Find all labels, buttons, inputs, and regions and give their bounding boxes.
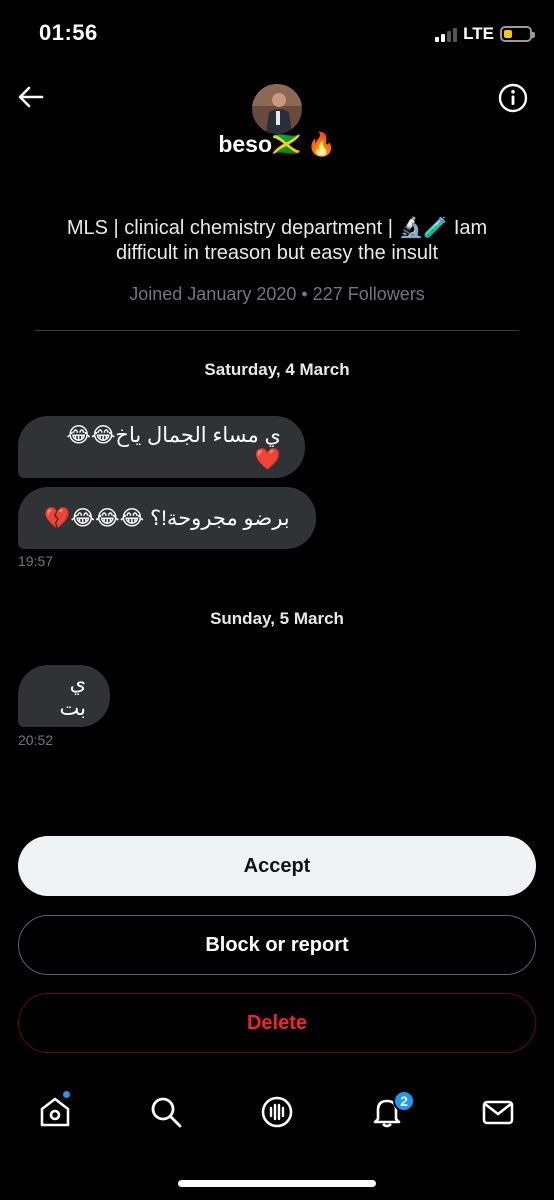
message-bubble[interactable]: ي مساء الجمال ياخ😂😂❤️ [18, 416, 305, 478]
status-time: 01:56 [39, 20, 98, 45]
home-indicator[interactable] [178, 1180, 376, 1187]
date-separator: Saturday, 4 March [204, 360, 350, 379]
message-time: 20:52 [18, 732, 54, 748]
delete-button[interactable]: Delete [18, 993, 536, 1053]
message-text: ي بت [59, 672, 86, 720]
info-icon[interactable] [498, 83, 528, 113]
date-separator: Sunday, 5 March [210, 609, 344, 628]
block-or-report-button[interactable]: Block or report [18, 915, 536, 975]
profile-joined: Joined January 2020 • 227 Followers [129, 284, 425, 304]
accept-button[interactable]: Accept [18, 836, 536, 896]
back-arrow-icon[interactable] [16, 82, 46, 112]
divider [35, 330, 519, 331]
message-text: ي مساء الجمال ياخ😂😂❤️ [66, 423, 281, 471]
avatar[interactable] [252, 84, 302, 134]
message-text: برضو مجروحة!؟ 😂😂😂💔 [44, 506, 290, 530]
battery-icon [500, 26, 535, 42]
notifications-badge: 2 [393, 1090, 415, 1112]
network-label: LTE [463, 24, 494, 43]
messages-envelope-icon[interactable] [480, 1094, 516, 1130]
search-icon[interactable] [148, 1094, 184, 1130]
home-icon[interactable] [37, 1094, 73, 1130]
profile-bio: MLS | clinical chemistry department | 🔬🧪… [66, 217, 488, 264]
spaces-icon[interactable] [259, 1094, 295, 1130]
profile-name[interactable]: beso🇯🇲 🔥 [0, 131, 554, 158]
status-indicators: LTE [435, 24, 535, 44]
signal-icon [435, 26, 458, 42]
message-bubble[interactable]: ي بت [18, 665, 110, 727]
home-badge-dot [62, 1090, 71, 1099]
message-time: 19:57 [18, 553, 54, 569]
message-bubble[interactable]: برضو مجروحة!؟ 😂😂😂💔 [18, 487, 316, 549]
